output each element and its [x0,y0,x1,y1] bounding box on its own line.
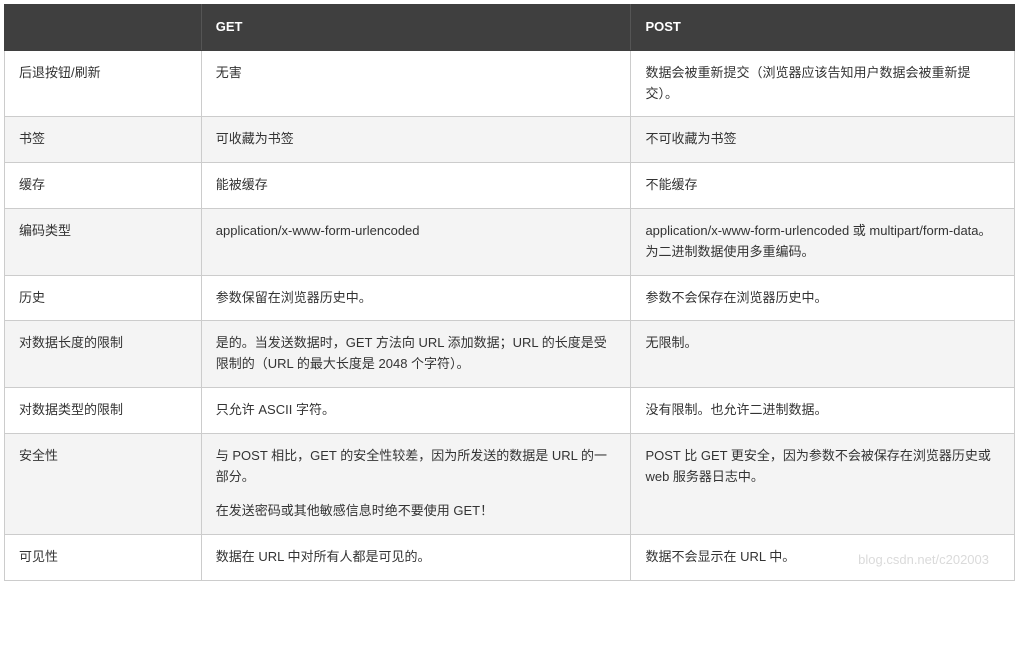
row-post: 不能缓存 [631,163,1015,209]
row-get: 能被缓存 [201,163,631,209]
row-post: 参数不会保存在浏览器历史中。 [631,275,1015,321]
row-label: 对数据类型的限制 [5,387,202,433]
table-row: 可见性 数据在 URL 中对所有人都是可见的。 数据不会显示在 URL 中。 [5,535,1015,581]
row-get: 只允许 ASCII 字符。 [201,387,631,433]
row-post: 不可收藏为书签 [631,117,1015,163]
comparison-table: GET POST 后退按钮/刷新 无害 数据会被重新提交（浏览器应该告知用户数据… [4,4,1015,581]
table-row: 编码类型 application/x-www-form-urlencoded a… [5,208,1015,275]
row-label: 对数据长度的限制 [5,321,202,388]
table-row: 对数据类型的限制 只允许 ASCII 字符。 没有限制。也允许二进制数据。 [5,387,1015,433]
header-get: GET [201,5,631,51]
row-get: application/x-www-form-urlencoded [201,208,631,275]
header-post: POST [631,5,1015,51]
table-row: 对数据长度的限制 是的。当发送数据时，GET 方法向 URL 添加数据；URL … [5,321,1015,388]
row-post: 数据会被重新提交（浏览器应该告知用户数据会被重新提交）。 [631,50,1015,117]
row-get-p1: 与 POST 相比，GET 的安全性较差，因为所发送的数据是 URL 的一部分。 [216,446,617,488]
row-get: 无害 [201,50,631,117]
row-label: 编码类型 [5,208,202,275]
table-row: 历史 参数保留在浏览器历史中。 参数不会保存在浏览器历史中。 [5,275,1015,321]
row-label: 书签 [5,117,202,163]
row-post: application/x-www-form-urlencoded 或 mult… [631,208,1015,275]
table-row: 缓存 能被缓存 不能缓存 [5,163,1015,209]
row-post: 数据不会显示在 URL 中。 [631,535,1015,581]
row-label: 历史 [5,275,202,321]
row-get-p2: 在发送密码或其他敏感信息时绝不要使用 GET！ [216,501,617,522]
row-label: 缓存 [5,163,202,209]
row-get: 与 POST 相比，GET 的安全性较差，因为所发送的数据是 URL 的一部分。… [201,433,631,534]
row-get: 是的。当发送数据时，GET 方法向 URL 添加数据；URL 的长度是受限制的（… [201,321,631,388]
row-label: 后退按钮/刷新 [5,50,202,117]
row-post: 无限制。 [631,321,1015,388]
row-get: 数据在 URL 中对所有人都是可见的。 [201,535,631,581]
row-post: POST 比 GET 更安全，因为参数不会被保存在浏览器历史或 web 服务器日… [631,433,1015,534]
header-empty [5,5,202,51]
table-row: 后退按钮/刷新 无害 数据会被重新提交（浏览器应该告知用户数据会被重新提交）。 [5,50,1015,117]
table-header-row: GET POST [5,5,1015,51]
row-label: 安全性 [5,433,202,534]
row-get: 可收藏为书签 [201,117,631,163]
row-label: 可见性 [5,535,202,581]
table-row: 安全性 与 POST 相比，GET 的安全性较差，因为所发送的数据是 URL 的… [5,433,1015,534]
row-get: 参数保留在浏览器历史中。 [201,275,631,321]
table-row: 书签 可收藏为书签 不可收藏为书签 [5,117,1015,163]
row-post: 没有限制。也允许二进制数据。 [631,387,1015,433]
